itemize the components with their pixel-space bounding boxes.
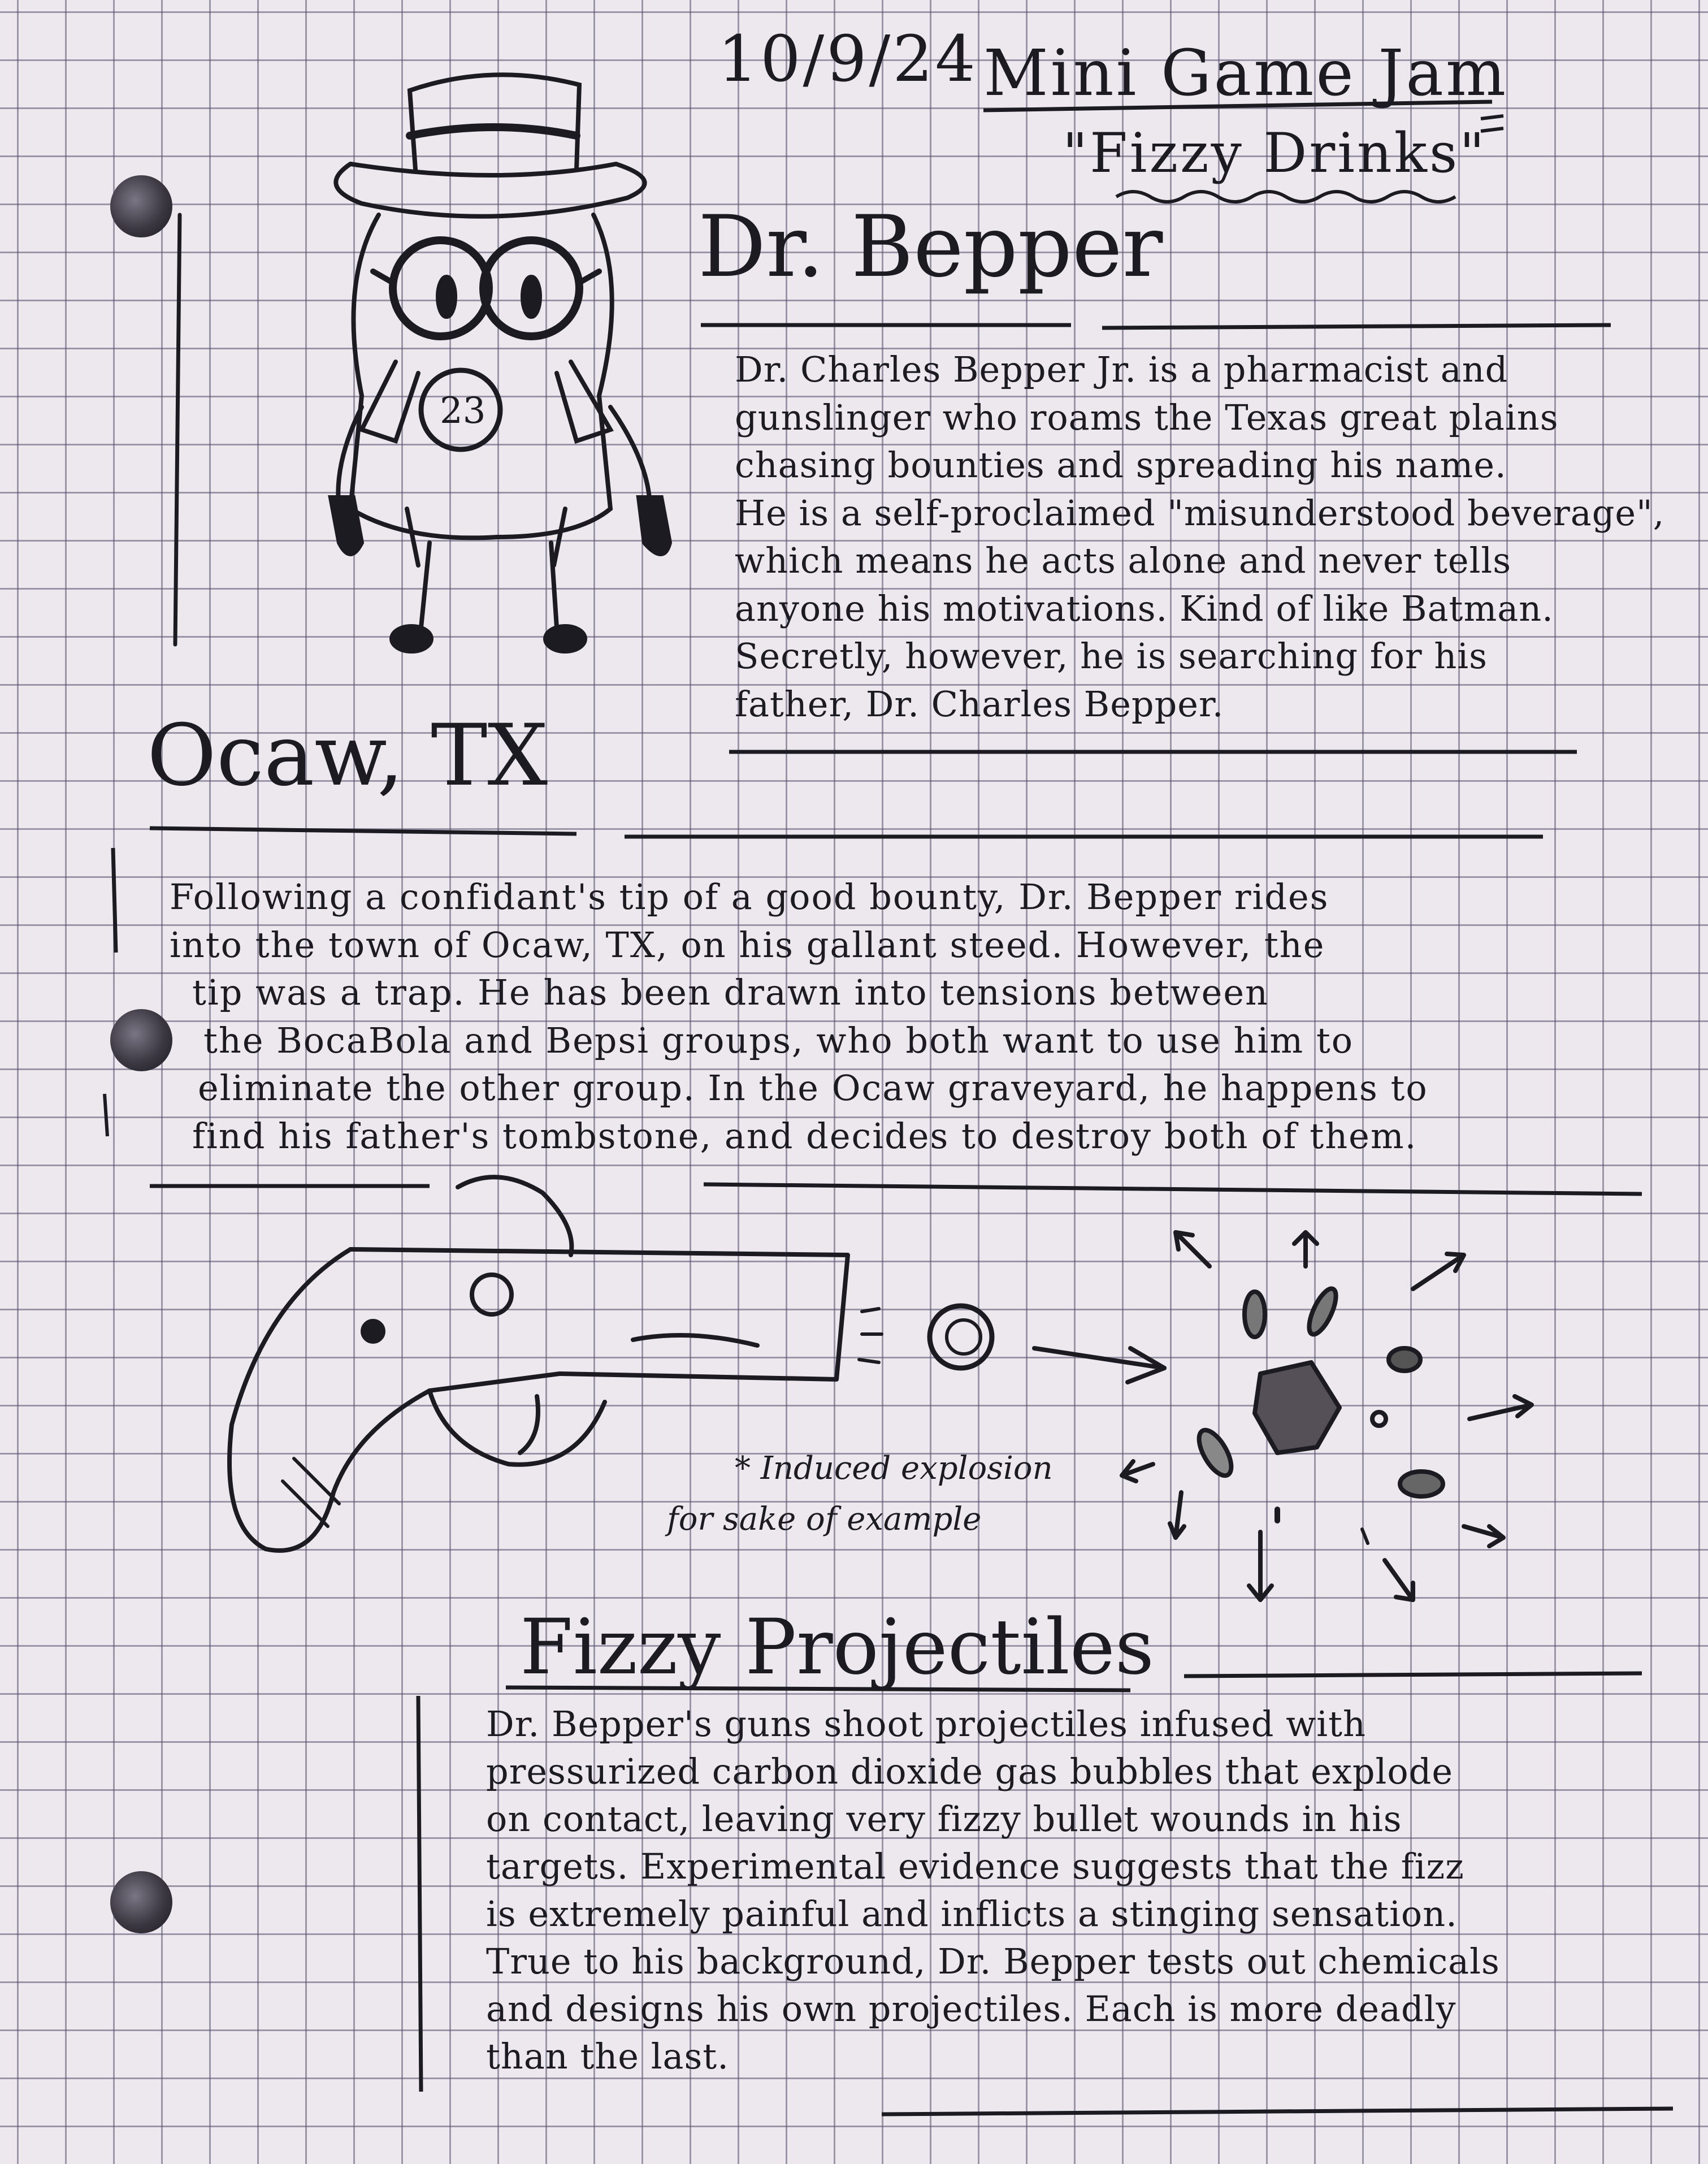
projectiles-line-3: on contact, leaving very fizzy bullet wo… [486, 1798, 1402, 1840]
projectiles-line-6: True to his background, Dr. Bepper tests… [486, 1941, 1500, 1982]
projectiles-line-7: and designs his own projectiles. Each is… [486, 1988, 1456, 2029]
projectiles-line-2: pressurized carbon dioxide gas bubbles t… [486, 1751, 1454, 1792]
notebook-page: { "header": { "date": "10/9/24", "event"… [0, 0, 1708, 2164]
projectiles-line-1: Dr. Bepper's guns shoot projectiles infu… [486, 1703, 1366, 1745]
projectiles-line-8: than the last. [486, 2036, 729, 2077]
projectiles-line-4: targets. Experimental evidence suggests … [486, 1846, 1464, 1887]
projectiles-description: Dr. Bepper's guns shoot projectiles infu… [486, 1700, 1696, 2080]
projectiles-line-5: is extremely painful and inflicts a stin… [486, 1893, 1458, 1934]
